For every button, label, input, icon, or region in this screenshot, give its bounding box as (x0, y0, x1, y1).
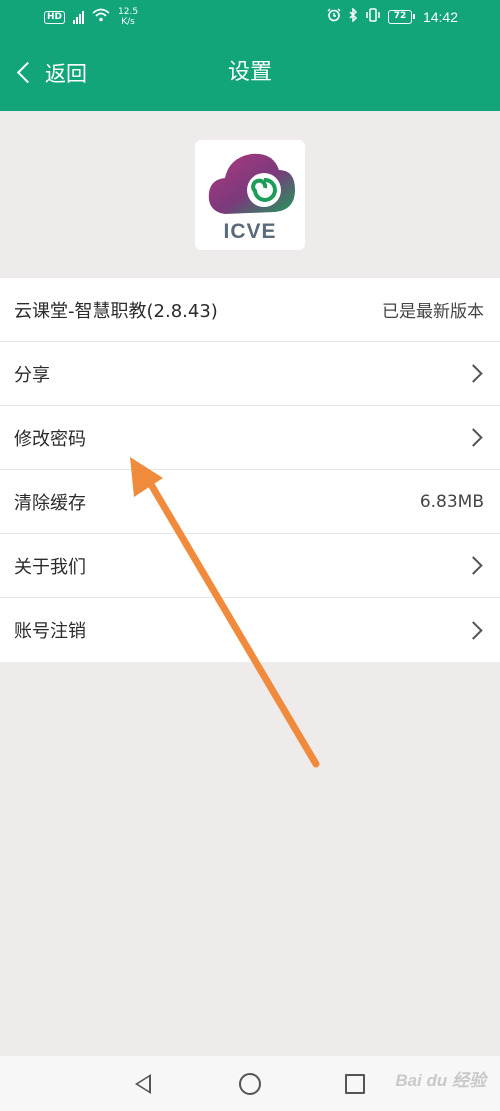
hd-badge: HD (44, 10, 66, 24)
wifi-icon (92, 8, 110, 26)
chevron-right-icon (464, 556, 483, 575)
alarm-icon (327, 8, 341, 26)
change-password-label: 修改密码 (14, 428, 86, 450)
network-speed: 12.5 K/s (118, 7, 138, 27)
circle-home-icon[interactable] (238, 1072, 262, 1096)
deactivate-account-label: 账号注销 (14, 621, 86, 642)
triangle-back-icon[interactable] (131, 1072, 155, 1096)
deactivate-account-row[interactable]: 账号注销 (0, 598, 500, 662)
version-label: 云课堂-智慧职教(2.8.43) (14, 300, 218, 322)
clear-cache-label: 清除缓存 (14, 492, 86, 514)
clock: 14:42 (422, 9, 458, 25)
about-us-label: 关于我们 (14, 556, 86, 578)
back-label: 返回 (45, 61, 87, 86)
chevron-left-icon (16, 61, 39, 84)
app-logo: ICVE (195, 140, 305, 250)
clear-cache-row[interactable]: 清除缓存 6.83MB (0, 470, 500, 534)
vibrate-icon (365, 8, 381, 26)
back-button[interactable]: 返回 (14, 34, 87, 111)
settings-list: 云课堂-智慧职教(2.8.43) 已是最新版本 分享 修改密码 清除缓存 6.8… (0, 278, 500, 662)
logo-text: ICVE (223, 220, 277, 243)
version-row[interactable]: 云课堂-智慧职教(2.8.43) 已是最新版本 (0, 278, 500, 342)
chevron-right-icon (464, 428, 483, 447)
share-row[interactable]: 分享 (0, 342, 500, 406)
about-us-row[interactable]: 关于我们 (0, 534, 500, 598)
signal-icon (73, 10, 85, 24)
status-bar: HD 12.5 K/s 72 14:42 (0, 0, 500, 34)
watermark: Bai du 经验 (395, 1071, 486, 1090)
speed-unit: K/s (121, 17, 135, 27)
bluetooth-icon (348, 7, 358, 26)
change-password-row[interactable]: 修改密码 (0, 406, 500, 470)
battery-icon: 72 (387, 10, 415, 24)
version-status: 已是最新版本 (382, 302, 484, 322)
cache-size: 6.83MB (419, 491, 484, 512)
speed-value: 12.5 (118, 7, 139, 17)
square-recent-icon[interactable] (343, 1072, 367, 1096)
title-bar: 返回 设置 (0, 34, 500, 111)
chevron-right-icon (464, 620, 483, 640)
chevron-right-icon (464, 364, 483, 383)
share-label: 分享 (14, 364, 50, 386)
